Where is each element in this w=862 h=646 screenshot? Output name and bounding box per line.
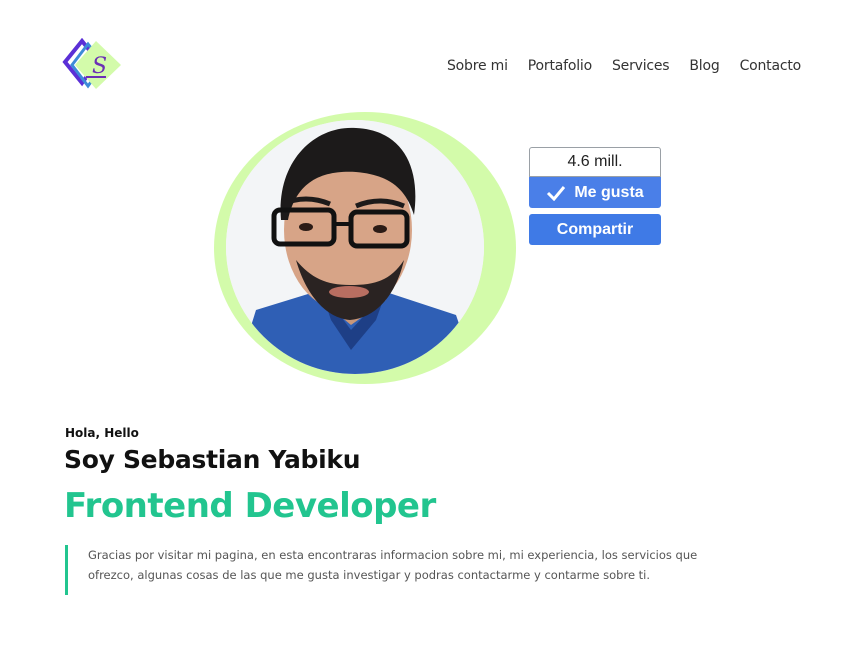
profile-photo bbox=[226, 120, 484, 374]
share-button[interactable]: Compartir bbox=[529, 214, 661, 245]
nav-item-portafolio[interactable]: Portafolio bbox=[528, 58, 592, 74]
like-button-label: Me gusta bbox=[574, 183, 644, 201]
hero-description: Gracias por visitar mi pagina, en esta e… bbox=[65, 545, 745, 595]
like-count: 4.6 mill. bbox=[529, 147, 661, 177]
nav-item-blog[interactable]: Blog bbox=[689, 58, 719, 74]
nav-item-sobre-mi[interactable]: Sobre mi bbox=[447, 58, 508, 74]
hero-role-heading: Frontend Developer bbox=[64, 486, 436, 526]
nav-item-services[interactable]: Services bbox=[612, 58, 670, 74]
svg-text:S: S bbox=[92, 54, 107, 79]
main-nav: Sobre mi Portafolio Services Blog Contac… bbox=[447, 58, 801, 74]
person-portrait-icon bbox=[226, 120, 484, 374]
hero-name-heading: Soy Sebastian Yabiku bbox=[64, 445, 361, 474]
logo-diamond-icon: S bbox=[62, 37, 121, 89]
nav-item-contacto[interactable]: Contacto bbox=[740, 58, 802, 74]
site-logo[interactable]: S bbox=[62, 37, 124, 92]
greeting-text: Hola, Hello bbox=[65, 426, 139, 440]
checkmark-icon bbox=[547, 185, 566, 201]
like-button[interactable]: Me gusta bbox=[529, 177, 661, 208]
like-widget: 4.6 mill. Me gusta Compartir bbox=[529, 147, 661, 245]
